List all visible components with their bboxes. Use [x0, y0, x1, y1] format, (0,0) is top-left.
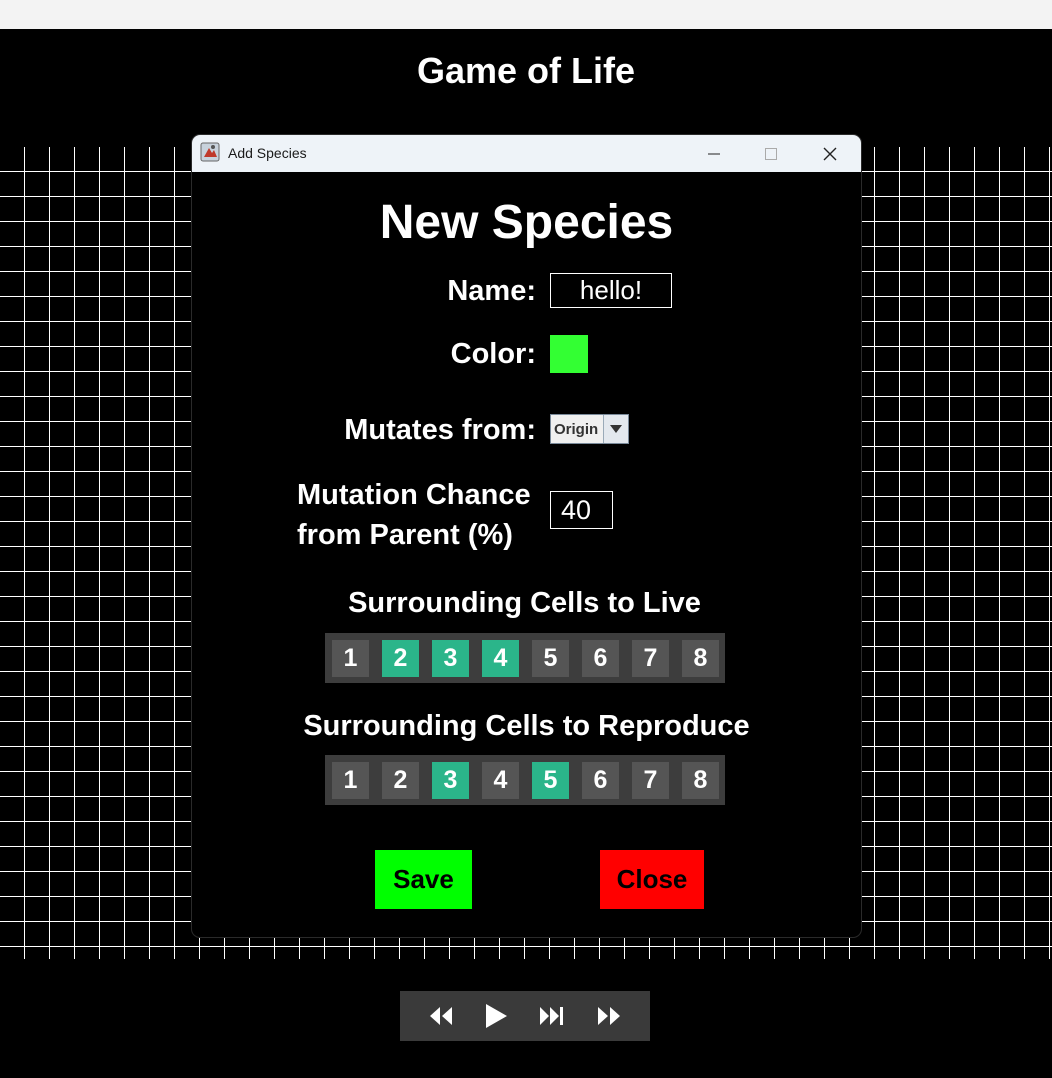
dialog-window-title: Add Species: [228, 145, 307, 161]
playback-controls: [400, 991, 650, 1041]
step-forward-icon[interactable]: [538, 1005, 566, 1027]
mutation-chance-label-line1: Mutation Chance: [297, 479, 531, 511]
mutates-from-select[interactable]: Origin: [550, 414, 629, 444]
mutates-from-label: Mutates from:: [344, 414, 536, 446]
add-species-dialog: Add Species New Species Name: Color: Mut…: [192, 135, 861, 937]
reproduce-cell-8[interactable]: 8: [682, 762, 719, 799]
live-cell-8[interactable]: 8: [682, 640, 719, 677]
live-cell-4[interactable]: 4: [482, 640, 519, 677]
reproduce-cell-3[interactable]: 3: [432, 762, 469, 799]
mutates-from-value: Origin: [554, 420, 599, 438]
live-cells-row: 1 2 3 4 5 6 7 8: [325, 633, 725, 683]
live-cell-2[interactable]: 2: [382, 640, 419, 677]
reproduce-cell-6[interactable]: 6: [582, 762, 619, 799]
reproduce-cell-2[interactable]: 2: [382, 762, 419, 799]
reproduce-cell-7[interactable]: 7: [632, 762, 669, 799]
rewind-icon[interactable]: [428, 1005, 454, 1027]
save-button[interactable]: Save: [375, 850, 472, 909]
reproduce-cells-row: 1 2 3 4 5 6 7 8: [325, 755, 725, 805]
live-cell-7[interactable]: 7: [632, 640, 669, 677]
reproduce-cell-5[interactable]: 5: [532, 762, 569, 799]
play-icon[interactable]: [484, 1003, 508, 1029]
fast-forward-icon[interactable]: [596, 1005, 622, 1027]
live-cell-3[interactable]: 3: [432, 640, 469, 677]
java-app-icon: [200, 142, 220, 162]
mutation-chance-label: Mutation Chance from Parent (%): [297, 475, 542, 555]
chevron-down-icon[interactable]: [603, 415, 628, 443]
dialog-titlebar[interactable]: Add Species: [192, 135, 861, 172]
color-swatch[interactable]: [550, 335, 588, 373]
reproduce-cell-1[interactable]: 1: [332, 762, 369, 799]
maximize-icon[interactable]: [748, 135, 794, 172]
color-label: Color:: [450, 338, 536, 370]
reproduce-cell-4[interactable]: 4: [482, 762, 519, 799]
live-section-title: Surrounding Cells to Live: [348, 587, 701, 619]
live-cell-1[interactable]: 1: [332, 640, 369, 677]
app-title: Game of Life: [416, 50, 636, 91]
window-top-strip: [0, 0, 1052, 29]
mutation-chance-field[interactable]: [550, 491, 613, 529]
name-label: Name:: [447, 275, 536, 307]
close-button[interactable]: Close: [600, 850, 704, 909]
reproduce-section-title: Surrounding Cells to Reproduce: [303, 710, 750, 742]
close-icon[interactable]: [807, 135, 853, 172]
dialog-heading: New Species: [379, 196, 674, 249]
name-field[interactable]: [550, 273, 672, 308]
live-cell-6[interactable]: 6: [582, 640, 619, 677]
mutation-chance-label-line2: from Parent (%): [297, 519, 513, 551]
minimize-icon[interactable]: [691, 135, 737, 172]
live-cell-5[interactable]: 5: [532, 640, 569, 677]
